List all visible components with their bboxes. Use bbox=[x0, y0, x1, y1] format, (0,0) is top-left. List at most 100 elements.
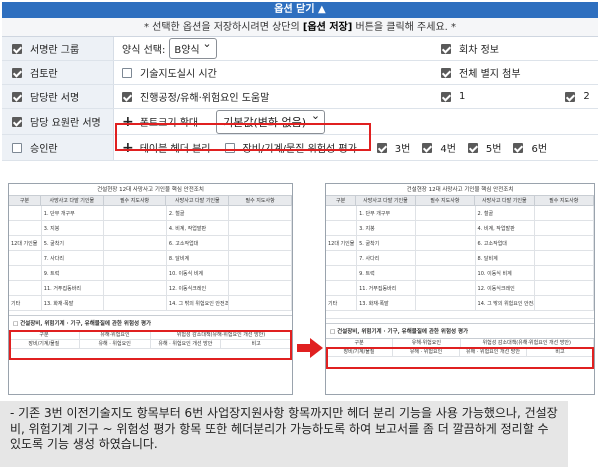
form-select-group: 양식 선택: B양식 bbox=[122, 37, 217, 60]
checkbox[interactable] bbox=[565, 91, 576, 102]
table-row: 3. 지붕 4. 비계, 작업발판 bbox=[326, 221, 594, 236]
cell: 8. 달비계 bbox=[167, 251, 230, 265]
cell: 12대 기인물 bbox=[326, 236, 358, 250]
cell: 구분 bbox=[326, 339, 394, 347]
checkbox[interactable] bbox=[441, 91, 451, 102]
option-label: 전체 별지 첨부 bbox=[459, 69, 521, 80]
table-row: 9. 트럭 10. 이동식 비계 bbox=[9, 266, 293, 281]
process-help-option[interactable]: 진행공정/유해·위험요인 도움말 bbox=[122, 85, 269, 108]
round-info-option[interactable]: 회차 정보 bbox=[435, 37, 598, 60]
header-cell: 사망사고 다발 기인물 bbox=[356, 196, 416, 205]
description-box: - 기존 3번 이전기술지도 항목부터 6번 사업장지원사항 항목까지만 헤더 … bbox=[0, 401, 568, 467]
checkbox[interactable] bbox=[441, 67, 451, 78]
table-before: 건설현장 12대 사망사고 기인물 핵심 안전조치 구분 사망사고 다발 기인물… bbox=[8, 183, 293, 395]
header-cell: 구분 bbox=[326, 196, 357, 205]
option-label: 회차 정보 bbox=[459, 45, 499, 56]
notice-save-keyword: [옵션 저장] bbox=[302, 22, 353, 33]
header-cell: 사망사고 다발 기인물 bbox=[41, 196, 104, 205]
option-label: 5번 bbox=[485, 144, 502, 155]
cell: 13. 화재·폭발 bbox=[42, 296, 105, 310]
table-header: 구분 사망사고 다발 기인물 필수 지도사항 사망사고 다발 기인물 필수 지도… bbox=[326, 196, 594, 206]
table-row: 11. 거푸집동바리 12. 이동식크레인 bbox=[326, 281, 594, 296]
cell: 8. 달비계 bbox=[476, 251, 535, 265]
cell: 9. 트럭 bbox=[357, 266, 417, 280]
checkbox[interactable] bbox=[12, 91, 22, 102]
save-notice: * 선택한 옵션을 저장하시려면 상단의 [옵션 저장] 버튼을 클릭해 주세요… bbox=[2, 18, 598, 37]
cell: 1. 단부 개구부 bbox=[357, 206, 417, 220]
table-after: 건설현장 12대 사망사고 기인물 핵심 안전조치 구분 사망사고 다발 기인물… bbox=[325, 183, 595, 395]
cell: 14. 그 밖의 위험요인 안전조치 bbox=[167, 296, 230, 310]
option-label: 담당란 서명 bbox=[30, 93, 80, 104]
checkbox[interactable] bbox=[12, 43, 22, 54]
table-row: 1. 단부 개구부 2. 철골 bbox=[9, 206, 293, 221]
table-row: 3. 지붕 4. 비계, 작업발판 bbox=[9, 221, 293, 236]
cell: 3. 지붕 bbox=[357, 221, 417, 235]
cell: 11. 거푸집동바리 bbox=[42, 281, 105, 295]
cell: 기타 bbox=[326, 296, 358, 310]
cell: 2. 철골 bbox=[476, 206, 535, 220]
option-label: 검토란 bbox=[30, 69, 58, 80]
approval-option[interactable]: 승인란 bbox=[2, 135, 114, 160]
header-cell: 구분 bbox=[9, 196, 41, 205]
cell: 12. 이동식크레인 bbox=[167, 281, 230, 295]
copies-option: 1 2 bbox=[435, 85, 598, 108]
staff-sign-option[interactable]: 담당 요원란 서명 bbox=[2, 109, 114, 134]
table-row: 7. 사다리 8. 달비계 bbox=[326, 251, 594, 266]
table-row: 9. 트럭 10. 이동식 비계 bbox=[326, 266, 594, 281]
attach-all-option[interactable]: 전체 별지 첨부 bbox=[435, 61, 598, 84]
option-label: 4번 bbox=[440, 144, 456, 155]
table-header: 구분 사망사고 다발 기인물 필수 지도사항 사망사고 다발 기인물 필수 지도… bbox=[9, 196, 293, 206]
header-cell: 필수 지도사항 bbox=[535, 196, 594, 205]
checkbox[interactable] bbox=[122, 91, 132, 102]
options-close-button[interactable]: 옵션 닫기 ▲ bbox=[2, 2, 598, 18]
cell: 7. 사다리 bbox=[42, 251, 105, 265]
option-row-signature-group: 서명란 그룹 양식 선택:B양식 회차 정보 bbox=[2, 37, 598, 61]
header-cell: 사망사고 다발 기인물 bbox=[166, 196, 230, 205]
option-label: 6번 bbox=[531, 144, 548, 155]
checkbox[interactable] bbox=[441, 43, 451, 54]
header-cell: 필수 지도사항 bbox=[416, 196, 476, 205]
table-row: 7. 사다리 8. 달비계 bbox=[9, 251, 293, 266]
option-label: 1 bbox=[459, 91, 466, 102]
table-row: 기타13. 화재·폭발 14. 그 밖의 위험요인 안전조치 bbox=[326, 296, 594, 311]
checkbox[interactable] bbox=[467, 142, 478, 153]
checkbox[interactable] bbox=[12, 67, 22, 78]
cell: 4. 비계, 작업발판 bbox=[167, 221, 230, 235]
review-option[interactable]: 검토란 bbox=[2, 61, 114, 84]
checkbox[interactable] bbox=[122, 67, 132, 78]
section-heading: □ 건설장비, 위험기계 · 기구, 유해물질에 관한 위험성 평가 bbox=[326, 323, 594, 339]
header-cell: 필수 지도사항 bbox=[229, 196, 293, 205]
tech-guidance-time-option[interactable]: 기술지도실시 시간 bbox=[122, 61, 217, 84]
table-row: 12대 기인물 5. 굴착기 6. 고소작업대 bbox=[326, 236, 594, 251]
cell: 유해·위험요인 bbox=[393, 339, 461, 347]
highlight-box bbox=[115, 123, 371, 151]
table-row: 기타13. 화재·폭발 14. 그 밖의 위험요인 안전조치 bbox=[9, 296, 293, 311]
cell: 9. 트럭 bbox=[42, 266, 105, 280]
option-row-review: 검토란 기술지도실시 시간 전체 별지 첨부 bbox=[2, 61, 598, 85]
highlight-box bbox=[326, 347, 594, 369]
checkbox[interactable] bbox=[12, 116, 22, 127]
table-title: 건설현장 12대 사망사고 기인물 핵심 안전조치 bbox=[9, 184, 292, 196]
cell: 6. 고소작업대 bbox=[476, 236, 535, 250]
form-select-label: 양식 선택: bbox=[122, 45, 166, 56]
checkbox[interactable] bbox=[513, 142, 524, 153]
option-label: 담당 요원란 서명 bbox=[30, 118, 101, 129]
arrow-right-icon bbox=[297, 338, 323, 358]
manager-sign-option[interactable]: 담당란 서명 bbox=[2, 85, 114, 108]
signature-group-option[interactable]: 서명란 그룹 bbox=[2, 37, 114, 60]
checkbox[interactable] bbox=[422, 142, 433, 153]
checkbox[interactable] bbox=[12, 142, 22, 153]
description-text: - 기존 3번 이전기술지도 항목부터 6번 사업장지원사항 항목까지만 헤더 … bbox=[10, 406, 558, 451]
cell: 4. 비계, 작업발판 bbox=[476, 221, 535, 235]
cell: 12대 기인물 bbox=[9, 236, 42, 250]
cell: 6. 고소작업대 bbox=[167, 236, 230, 250]
cell: 7. 사다리 bbox=[357, 251, 417, 265]
cell: 위험성 감소대책(유해·위험요인 개선 방안) bbox=[461, 339, 594, 347]
checkbox[interactable] bbox=[376, 142, 387, 153]
form-type-select[interactable]: B양식 bbox=[169, 37, 217, 59]
cell: 1. 단부 개구부 bbox=[42, 206, 105, 220]
option-label: 진행공정/유해·위험요인 도움말 bbox=[140, 93, 270, 104]
cell: 10. 이동식 비계 bbox=[476, 266, 535, 280]
table-row: 1. 단부 개구부 2. 철골 bbox=[326, 206, 594, 221]
header-cell: 필수 지도사항 bbox=[104, 196, 167, 205]
